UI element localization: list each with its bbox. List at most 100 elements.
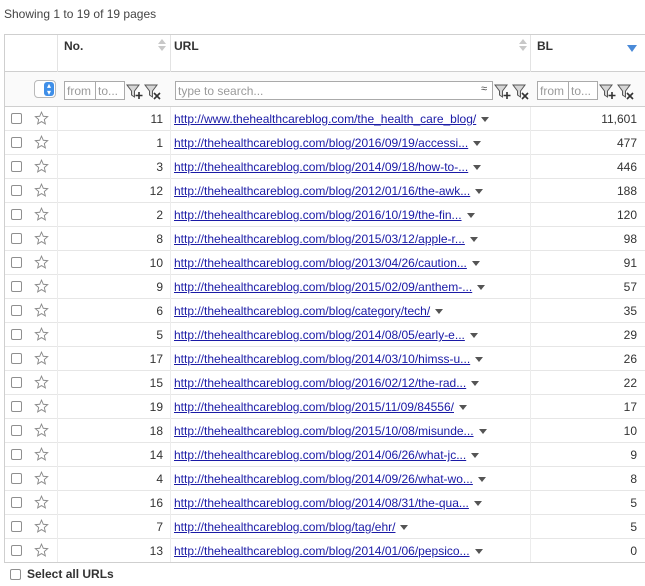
no-from-input[interactable] [64,81,96,100]
row-checkbox[interactable] [11,161,22,172]
row-url-link[interactable]: http://www.thehealthcareblog.com/the_hea… [174,112,490,126]
row-url-text[interactable]: http://thehealthcareblog.com/blog/2015/1… [174,424,474,438]
row-url-text[interactable]: http://www.thehealthcareblog.com/the_hea… [174,112,476,126]
table-row[interactable]: 4 http://thehealthcareblog.com/blog/2014/… [5,467,645,491]
row-url-link[interactable]: http://thehealthcareblog.com/blog/2016/1… [174,208,475,222]
row-url-text[interactable]: http://thehealthcareblog.com/blog/2015/1… [174,400,454,414]
caret-down-icon[interactable] [481,117,490,123]
row-url-text[interactable]: http://thehealthcareblog.com/blog/tag/eh… [174,520,395,534]
star-icon[interactable] [34,278,49,294]
column-header-url[interactable]: URL [171,35,530,72]
table-row[interactable]: 5 http://thehealthcareblog.com/blog/2014/… [5,323,645,347]
caret-down-icon[interactable] [471,453,480,459]
row-url-text[interactable]: http://thehealthcareblog.com/blog/2016/0… [174,376,466,390]
row-checkbox[interactable] [11,353,22,364]
row-url-text[interactable]: http://thehealthcareblog.com/blog/2014/0… [174,328,465,342]
caret-down-icon[interactable] [473,165,482,171]
caret-down-icon[interactable] [469,333,478,339]
table-row[interactable]: 8 http://thehealthcareblog.com/blog/2015/… [5,227,645,251]
table-row[interactable]: 14 http://thehealthcareblog.com/blog/2014… [5,443,645,467]
caret-down-icon[interactable] [471,261,480,267]
table-row[interactable]: 10 http://thehealthcareblog.com/blog/2013… [5,251,645,275]
caret-down-icon[interactable] [459,405,467,411]
select-all-checkbox[interactable] [10,569,21,580]
bl-from-input[interactable] [537,81,569,100]
filter-apply-icon[interactable] [599,82,617,100]
sort-arrows-icon[interactable] [158,39,166,53]
row-checkbox[interactable] [11,233,22,244]
table-row[interactable]: 13 http://thehealthcareblog.com/blog/2014… [5,539,645,563]
row-url-text[interactable]: http://thehealthcareblog.com/blog/2014/0… [174,472,473,486]
table-row[interactable]: 12 http://thehealthcareblog.com/blog/2012… [5,179,645,203]
row-url-link[interactable]: http://thehealthcareblog.com/blog/tag/eh… [174,520,409,534]
caret-down-icon[interactable] [435,309,444,315]
row-url-text[interactable]: http://thehealthcareblog.com/blog/2014/0… [174,544,470,558]
row-checkbox[interactable] [11,521,22,532]
table-row[interactable]: 2 http://thehealthcareblog.com/blog/2016/… [5,203,645,227]
row-url-text[interactable]: http://thehealthcareblog.com/blog/2014/0… [174,352,470,366]
url-search-input[interactable] [175,81,493,100]
star-icon[interactable] [34,422,49,438]
table-row[interactable]: 16 http://thehealthcareblog.com/blog/2014… [5,491,645,515]
caret-down-icon[interactable] [477,285,486,291]
row-checkbox[interactable] [11,137,22,148]
table-row[interactable]: 17 http://thehealthcareblog.com/blog/2014… [5,347,645,371]
table-row[interactable]: 3 http://thehealthcareblog.com/blog/2014/… [5,155,645,179]
star-icon[interactable] [34,542,49,558]
approx-match-toggle[interactable]: ≈ [481,83,487,95]
row-checkbox[interactable] [11,185,22,196]
row-checkbox[interactable] [11,377,22,388]
table-row[interactable]: 19 http://thehealthcareblog.com/blog/2015… [5,395,645,419]
row-url-link[interactable]: http://thehealthcareblog.com/blog/2012/0… [174,184,484,198]
row-checkbox[interactable] [11,473,22,484]
table-row[interactable]: 7 http://thehealthcareblog.com/blog/tag/e… [5,515,645,539]
no-to-input[interactable] [95,81,125,100]
row-url-link[interactable]: http://thehealthcareblog.com/blog/2015/1… [174,424,487,438]
row-url-text[interactable]: http://thehealthcareblog.com/blog/catego… [174,304,430,318]
star-icon[interactable] [34,158,49,174]
row-url-link[interactable]: http://thehealthcareblog.com/blog/2014/0… [174,448,480,462]
filter-clear-icon[interactable] [512,82,530,100]
caret-down-icon[interactable] [466,213,475,219]
filter-apply-icon[interactable] [494,82,512,100]
row-checkbox[interactable] [11,257,22,268]
row-url-text[interactable]: http://thehealthcareblog.com/blog/2016/1… [174,208,462,222]
caret-down-icon[interactable] [471,381,480,387]
star-icon[interactable] [34,470,49,486]
select-all-label[interactable]: Select all URLs [27,567,114,581]
row-checkbox[interactable] [11,497,22,508]
row-checkbox[interactable] [11,113,22,124]
caret-down-icon[interactable] [469,237,478,243]
row-checkbox[interactable] [11,401,22,412]
row-url-text[interactable]: http://thehealthcareblog.com/blog/2012/0… [174,184,470,198]
row-checkbox[interactable] [11,329,22,340]
caret-down-icon[interactable] [474,549,483,555]
row-checkbox[interactable] [11,209,22,220]
row-url-link[interactable]: http://thehealthcareblog.com/blog/2013/0… [174,256,480,270]
caret-down-icon[interactable] [475,189,484,195]
star-icon[interactable] [34,110,49,126]
star-icon[interactable] [34,518,49,534]
column-header-bl[interactable]: BL [531,35,645,72]
filter-clear-icon[interactable] [144,82,162,100]
caret-down-icon[interactable] [478,429,487,435]
row-url-link[interactable]: http://thehealthcareblog.com/blog/2016/0… [174,376,480,390]
table-row[interactable]: 9 http://thehealthcareblog.com/blog/2015/… [5,275,645,299]
star-icon[interactable] [34,302,49,318]
star-icon[interactable] [34,254,49,270]
table-row[interactable]: 6 http://thehealthcareblog.com/blog/categ… [5,299,645,323]
star-icon[interactable] [34,374,49,390]
row-url-link[interactable]: http://thehealthcareblog.com/blog/2014/0… [174,352,484,366]
caret-down-icon[interactable] [475,357,484,363]
row-url-link[interactable]: http://thehealthcareblog.com/blog/catego… [174,304,444,318]
caret-down-icon[interactable] [473,501,482,507]
sort-arrows-icon[interactable] [519,39,527,53]
caret-down-icon[interactable] [400,525,409,531]
row-url-text[interactable]: http://thehealthcareblog.com/blog/2016/0… [174,136,468,150]
row-url-link[interactable]: http://thehealthcareblog.com/blog/2014/0… [174,496,482,510]
star-icon[interactable] [34,326,49,342]
sort-descending-icon[interactable] [627,45,637,52]
table-row[interactable]: 15 http://thehealthcareblog.com/blog/2016… [5,371,645,395]
row-checkbox[interactable] [11,305,22,316]
star-icon[interactable] [34,182,49,198]
